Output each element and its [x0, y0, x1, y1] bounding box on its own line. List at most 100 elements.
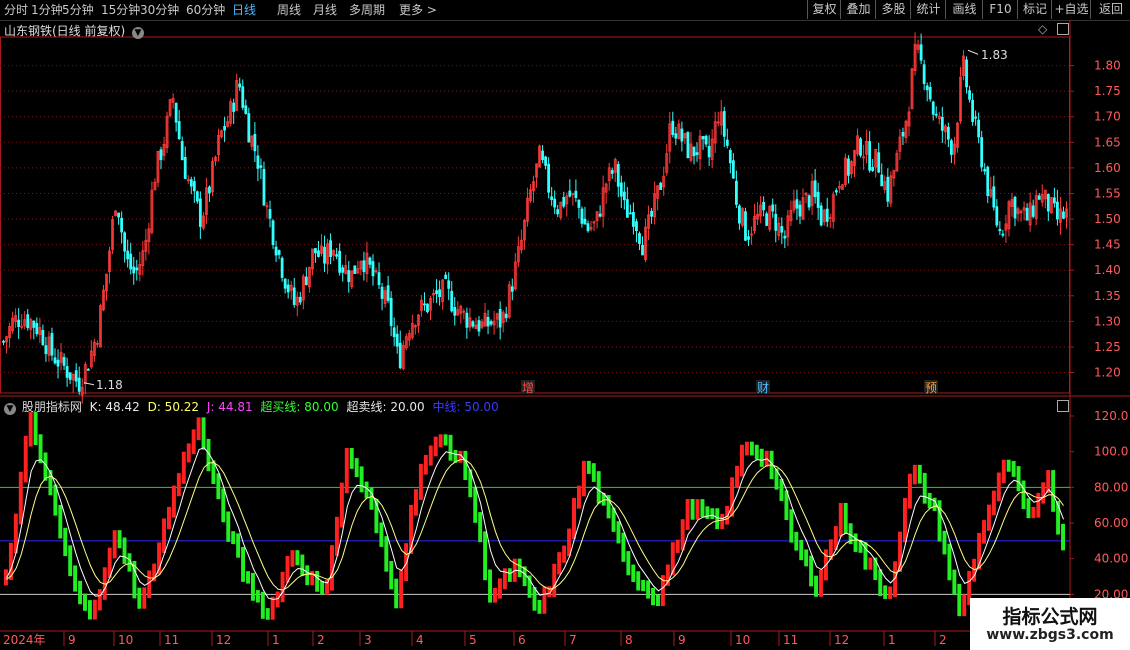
kdj-bar	[730, 477, 735, 517]
candle-body	[444, 274, 448, 279]
kdj-bar	[78, 580, 83, 605]
candle-body	[547, 163, 551, 193]
indicator-name[interactable]: 股朋指标网	[22, 400, 82, 414]
kdj-bar	[320, 581, 325, 595]
toolbar-button-2[interactable]: 多股	[875, 0, 911, 19]
timeframe-tab-7[interactable]: 周线	[277, 1, 301, 19]
kdj-bar	[137, 587, 142, 609]
kdj-bar	[952, 569, 957, 595]
price-tick-label: 1.60	[1094, 161, 1121, 175]
toolbar-button-6[interactable]: 标记	[1017, 0, 1052, 19]
indicator-value-1: D: 50.22	[143, 400, 200, 414]
candle-body	[223, 125, 226, 131]
timeframe-tab-4[interactable]: 30分钟	[140, 1, 179, 19]
candle-body	[734, 180, 738, 205]
candle-body	[635, 221, 638, 232]
kdj-bar	[1051, 470, 1056, 512]
toolbar-button-1[interactable]: 叠加	[840, 0, 876, 19]
kdj-bar	[838, 502, 843, 537]
kdj-bar	[591, 463, 596, 482]
kdj-bar	[927, 492, 932, 509]
candle-body	[117, 212, 120, 218]
candle-body	[192, 181, 196, 192]
candle-body	[438, 289, 442, 298]
kdj-bar	[552, 563, 557, 597]
toolbar-button-8[interactable]: 返回	[1090, 0, 1130, 19]
indicator-value-0: K: 48.42	[89, 400, 140, 414]
candle-body	[56, 359, 60, 367]
candle-body	[859, 138, 862, 156]
main-panel-frame	[0, 36, 1070, 394]
candle-body	[174, 102, 178, 123]
chevron-down-icon[interactable]: ▼	[4, 403, 16, 415]
candle-body	[335, 254, 339, 257]
chevron-down-icon[interactable]: ▼	[132, 27, 145, 39]
candle-body	[253, 134, 257, 152]
kdj-bar	[621, 532, 626, 562]
x-month-label: 6	[518, 633, 526, 647]
candle-body	[965, 59, 968, 88]
kdj-bar	[656, 594, 660, 607]
candle-body	[583, 218, 587, 225]
kdj-bar	[142, 587, 147, 609]
kdj-bar	[33, 412, 38, 446]
kdj-bar	[715, 508, 720, 530]
kdj-bar	[1026, 498, 1031, 519]
high-pointer	[967, 49, 979, 55]
kdj-bar	[986, 504, 991, 531]
timeframe-tab-1[interactable]: 1分钟	[31, 1, 63, 19]
kdj-bar	[1061, 523, 1065, 551]
candle-body	[701, 136, 705, 140]
panel-toggle-icon[interactable]	[1057, 400, 1069, 412]
candle-body	[177, 121, 181, 140]
candle-body	[765, 213, 769, 226]
candle-body	[450, 290, 454, 312]
candle-body	[692, 146, 696, 157]
toolbar-button-3[interactable]: 统计	[910, 0, 946, 19]
candle-body	[120, 217, 124, 233]
candle-body	[259, 165, 263, 168]
kdj-bar	[349, 448, 354, 469]
toolbar-button-4[interactable]: 画线	[945, 0, 983, 19]
candle-body	[271, 220, 275, 246]
candle-body	[807, 195, 811, 208]
kdj-bar	[236, 533, 241, 558]
kdj-bar	[819, 569, 823, 597]
candle-body	[992, 186, 996, 208]
timeframe-tab-10[interactable]: 更多 >	[399, 1, 437, 19]
timeframe-tab-0[interactable]: 分时	[4, 1, 28, 19]
kdj-bar	[112, 530, 117, 559]
x-month-label: 12	[216, 633, 231, 647]
candle-body	[247, 113, 251, 143]
kdj-bar	[216, 473, 221, 500]
kdj-bar	[38, 434, 43, 464]
candle-body	[489, 321, 493, 325]
timeframe-tab-6[interactable]: 日线	[232, 1, 256, 19]
candle-body	[380, 286, 384, 299]
panel-toggle-icon[interactable]	[1057, 23, 1069, 35]
candle-body	[1001, 233, 1005, 236]
candle-body	[995, 206, 999, 226]
x-month-label: 11	[783, 633, 798, 647]
toolbar-button-0[interactable]: 复权	[807, 0, 841, 19]
stock-title[interactable]: 山东钢铁(日线 前复权) ▼	[4, 22, 145, 39]
candle-body	[847, 158, 850, 176]
timeframe-tab-2[interactable]: 5分钟	[62, 1, 94, 19]
candle-body	[580, 208, 584, 224]
timeframe-tab-3[interactable]: 15分钟	[101, 1, 140, 19]
kdj-bar	[1041, 482, 1046, 504]
kdj-header: ▼ 股朋指标网 K: 48.42 D: 50.22 J: 44.81 超买线: …	[4, 398, 499, 415]
kdj-bar	[586, 460, 591, 474]
toolbar-button-5[interactable]: F10	[982, 0, 1018, 19]
timeframe-tab-9[interactable]: 多周期	[349, 1, 385, 19]
toolbar-button-7[interactable]: +自选	[1051, 0, 1091, 19]
kdj-bar	[359, 466, 364, 493]
price-tick-label: 1.45	[1094, 238, 1121, 252]
timeframe-tab-8[interactable]: 月线	[313, 1, 337, 19]
candle-body	[447, 280, 451, 289]
candle-body	[398, 342, 402, 369]
kdj-bar	[754, 444, 759, 460]
timeframe-tab-5[interactable]: 60分钟	[186, 1, 225, 19]
event-marker: 财	[757, 381, 769, 395]
diamond-icon[interactable]: ◇	[1038, 22, 1047, 36]
